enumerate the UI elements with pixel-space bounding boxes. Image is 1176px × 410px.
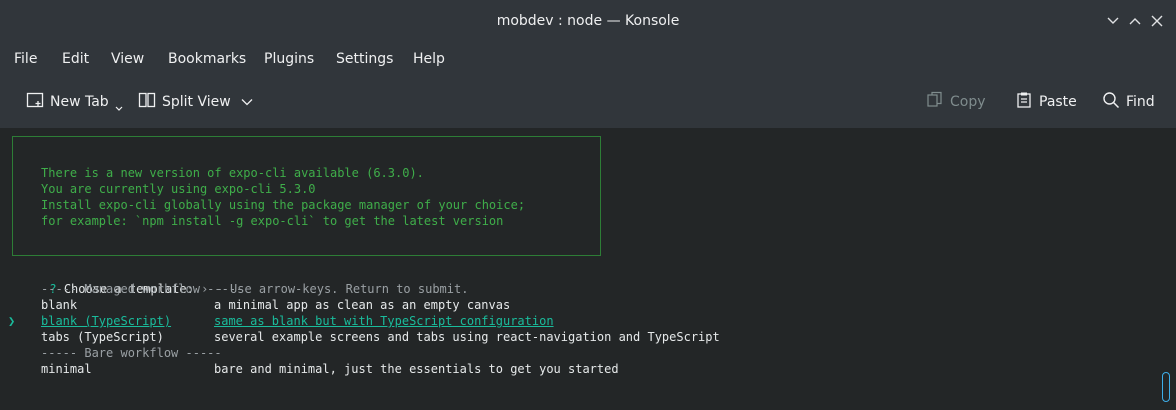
new-tab-icon <box>26 91 44 113</box>
menu-bookmarks[interactable]: Bookmarks <box>168 42 246 76</box>
split-view-button[interactable]: Split View <box>138 88 253 116</box>
minimize-icon[interactable] <box>1104 12 1122 30</box>
copy-button[interactable]: Copy <box>926 88 986 116</box>
menu-settings[interactable]: Settings <box>336 42 393 76</box>
split-view-label: Split View <box>162 94 231 110</box>
option-desc-selected: same as blank but with TypeScript config… <box>214 314 554 328</box>
menu-file[interactable]: File <box>14 42 37 76</box>
window-title: mobdev : node — Konsole <box>496 13 680 29</box>
close-icon[interactable] <box>1148 12 1166 30</box>
title-bar[interactable]: mobdev : node — Konsole <box>0 0 1176 42</box>
toolbar: New Tab Split View Copy Paste Find <box>0 76 1176 128</box>
maximize-icon[interactable] <box>1126 12 1144 30</box>
prompt-line: ? Choose a template: › - Use arrow-keys.… <box>6 265 468 296</box>
option-name[interactable]: minimal <box>41 361 92 377</box>
option-name[interactable]: blank <box>41 297 77 313</box>
notice-line: for example: `npm install -g expo-cli` t… <box>41 214 504 228</box>
menu-view[interactable]: View <box>111 42 144 76</box>
find-button[interactable]: Find <box>1102 88 1155 116</box>
paste-button[interactable]: Paste <box>1015 88 1077 116</box>
group-bare: ----- Bare workflow ----- <box>41 346 222 360</box>
menu-plugins[interactable]: Plugins <box>264 42 314 76</box>
group-managed: ----- Managed workflow ----- <box>41 282 244 296</box>
new-tab-label: New Tab <box>50 94 109 110</box>
menu-help[interactable]: Help <box>413 42 445 76</box>
copy-icon <box>926 91 944 113</box>
find-label: Find <box>1126 94 1155 110</box>
option-name[interactable]: tabs (TypeScript) <box>41 329 164 345</box>
konsole-window: mobdev : node — Konsole File Edit View B… <box>0 0 1176 410</box>
terminal-area[interactable]: There is a new version of expo-cli avail… <box>0 128 1176 410</box>
prompt-hint: - Use arrow-keys. Return to submit. <box>215 282 469 296</box>
new-tab-button[interactable]: New Tab <box>26 88 123 116</box>
notice-line: You are currently using expo-cli 5.3.0 <box>41 182 316 196</box>
option-name-selected[interactable]: blank (TypeScript) <box>41 313 171 329</box>
copy-label: Copy <box>950 94 986 110</box>
menu-edit[interactable]: Edit <box>62 42 89 76</box>
chevron-down-icon[interactable] <box>237 94 253 110</box>
option-desc: several example screens and tabs using r… <box>214 330 720 344</box>
option-desc: bare and minimal, just the essentials to… <box>214 362 619 376</box>
paste-icon <box>1015 91 1033 113</box>
chevron-down-icon[interactable] <box>115 87 123 117</box>
split-view-icon <box>138 91 156 113</box>
notice-line: There is a new version of expo-cli avail… <box>41 166 424 180</box>
selection-cursor: ❯ <box>8 314 16 328</box>
search-icon <box>1102 91 1120 113</box>
scrollbar-handle[interactable] <box>1162 372 1170 402</box>
notice-line: Install expo-cli globally using the pack… <box>41 198 526 212</box>
menu-bar: File Edit View Bookmarks Plugins Setting… <box>0 42 1176 76</box>
paste-label: Paste <box>1039 94 1077 110</box>
option-desc: a minimal app as clean as an empty canva… <box>214 298 511 312</box>
